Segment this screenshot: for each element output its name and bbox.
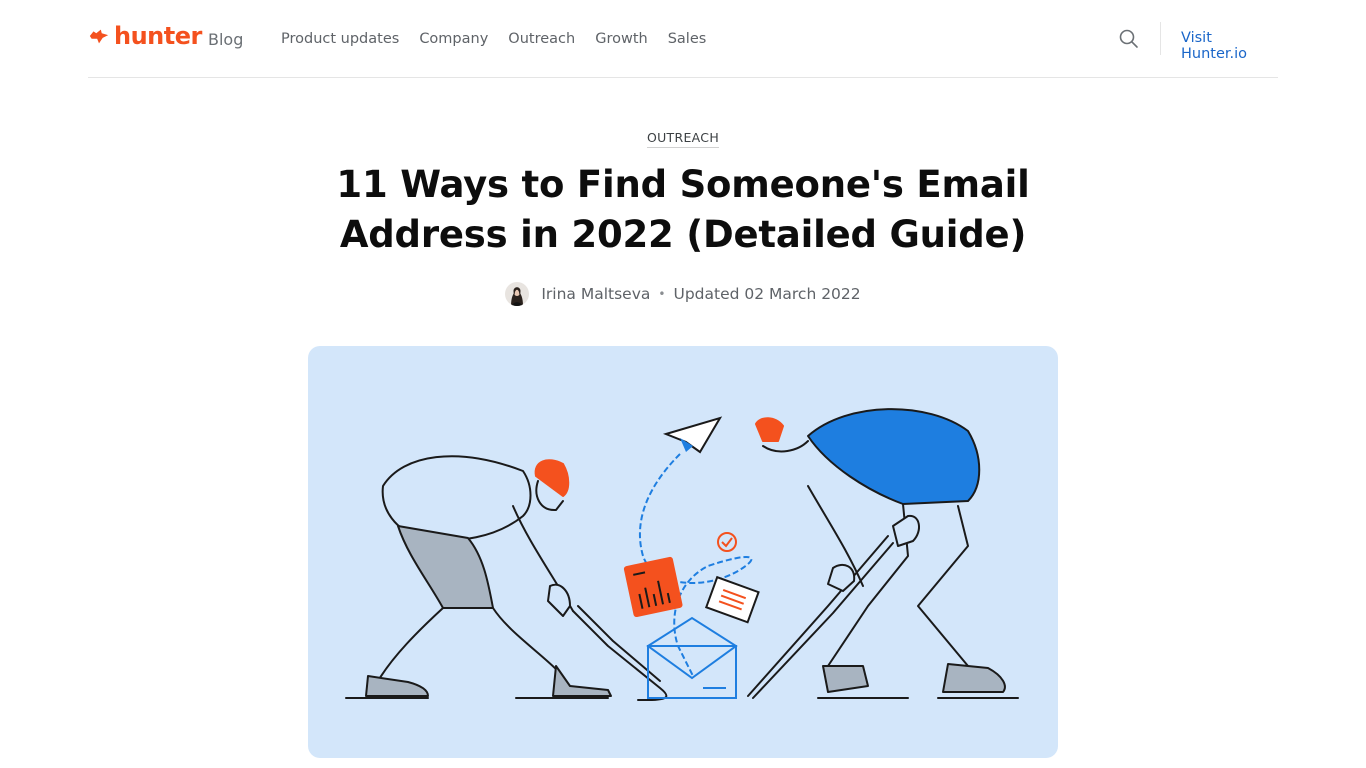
right-player — [747, 408, 1006, 699]
hunter-logo[interactable]: hunter — [88, 22, 202, 50]
hockey-faceoff-illustration — [345, 408, 1019, 701]
article-title: 11 Ways to Find Someone's Email Address … — [283, 160, 1083, 260]
author-avatar[interactable] — [505, 282, 530, 306]
meta-separator: • — [658, 287, 666, 301]
category-link[interactable]: OUTREACH — [646, 130, 720, 148]
title-line-2: Address in 2022 (Detailed Guide) — [339, 213, 1027, 256]
author-name[interactable]: Irina Maltseva — [541, 285, 650, 303]
paper-plane-icon — [662, 416, 723, 454]
updated-date: Updated 02 March 2022 — [673, 285, 861, 303]
nav-outreach[interactable]: Outreach — [508, 31, 575, 47]
left-player — [365, 455, 668, 701]
site-header: hunter Blog Product updates Company Outr… — [88, 0, 1278, 78]
center-objects — [623, 416, 760, 699]
category-wrapper: OUTREACH — [0, 127, 1366, 148]
nav-sales[interactable]: Sales — [668, 31, 707, 47]
check-circle-icon — [717, 532, 737, 552]
chart-document-icon — [623, 556, 683, 618]
main-nav: Product updates Company Outreach Growth … — [281, 31, 726, 47]
message-bubble-icon — [704, 575, 760, 624]
logo-text: hunter — [114, 22, 202, 50]
fox-logo-icon — [89, 29, 109, 44]
article-meta: Irina Maltseva • Updated 02 March 2022 — [0, 282, 1366, 306]
search-icon — [1119, 29, 1138, 48]
hero-image — [308, 346, 1058, 758]
search-button[interactable] — [1118, 28, 1140, 50]
nav-growth[interactable]: Growth — [595, 31, 648, 47]
blog-label: Blog — [208, 30, 244, 49]
avatar-portrait-icon — [505, 282, 530, 306]
title-line-1: 11 Ways to Find Someone's Email — [336, 163, 1030, 206]
open-envelope-icon — [646, 616, 738, 699]
header-divider — [1160, 22, 1161, 55]
nav-product-updates[interactable]: Product updates — [281, 31, 399, 47]
nav-company[interactable]: Company — [419, 31, 488, 47]
visit-hunter-link[interactable]: Visit Hunter.io — [1181, 30, 1278, 62]
